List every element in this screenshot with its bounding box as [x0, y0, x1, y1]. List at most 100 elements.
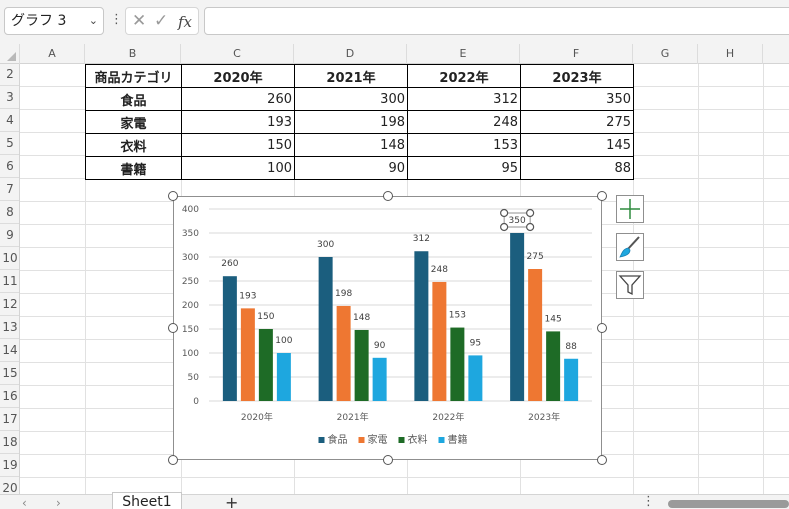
y-tick-label[interactable]: 350	[182, 229, 199, 239]
row-header[interactable]: 17	[0, 408, 19, 431]
y-tick-label[interactable]: 200	[182, 301, 199, 311]
value-cell[interactable]: 100	[181, 156, 295, 180]
x-tick-label[interactable]: 2022年	[432, 411, 464, 423]
row-header[interactable]: 2	[0, 64, 19, 86]
chart-styles-button[interactable]	[616, 233, 644, 261]
bar[interactable]	[336, 305, 351, 401]
row-header[interactable]: 6	[0, 155, 19, 178]
y-tick-label[interactable]: 150	[182, 325, 199, 335]
sheet-tab-sheet1[interactable]: Sheet1	[112, 492, 182, 509]
row-header[interactable]: 8	[0, 201, 19, 224]
category-cell[interactable]: 食品	[85, 87, 182, 111]
bar[interactable]	[276, 353, 291, 401]
bar[interactable]	[258, 329, 273, 401]
table-header-cell[interactable]: 商品カテゴリ	[85, 64, 182, 88]
table-header-cell[interactable]: 2022年	[407, 64, 521, 88]
y-tick-label[interactable]: 250	[182, 277, 199, 287]
more-icon[interactable]: ⋮	[642, 494, 655, 509]
add-sheet-button[interactable]: +	[225, 493, 238, 509]
y-tick-label[interactable]: 0	[193, 397, 199, 407]
value-cell[interactable]: 148	[294, 133, 408, 157]
column-header-b[interactable]: B	[85, 44, 181, 64]
data-label[interactable]: 95	[470, 338, 481, 348]
value-cell[interactable]: 260	[181, 87, 295, 111]
label-handle[interactable]	[500, 208, 509, 218]
label-handle[interactable]	[526, 208, 535, 218]
chart-filters-button[interactable]	[616, 271, 644, 299]
row-header[interactable]: 11	[0, 270, 19, 293]
label-handle[interactable]	[526, 222, 535, 232]
y-tick-label[interactable]: 100	[182, 349, 199, 359]
horizontal-scrollbar[interactable]	[668, 500, 789, 508]
y-tick-label[interactable]: 50	[188, 373, 200, 383]
bar-chart[interactable]: 0 50 100 150 200 250 300 350 400 260 193 150 100 2020…	[174, 197, 603, 461]
data-label[interactable]: 260	[221, 259, 238, 269]
check-icon[interactable]: ✓	[154, 11, 168, 31]
resize-handle-se[interactable]	[597, 455, 607, 465]
value-cell[interactable]: 150	[181, 133, 295, 157]
row-header[interactable]: 18	[0, 431, 19, 454]
name-box[interactable]: グラフ 3 ⌄	[4, 7, 104, 35]
data-label[interactable]: 88	[565, 342, 577, 352]
row-header[interactable]: 7	[0, 178, 19, 201]
chart-object[interactable]: 0 50 100 150 200 250 300 350 400 260 193 150 100 2020…	[173, 196, 602, 460]
row-header[interactable]: 10	[0, 247, 19, 270]
legend-swatch[interactable]	[318, 437, 325, 443]
row-header[interactable]: 16	[0, 385, 19, 408]
resize-handle-sw[interactable]	[168, 455, 178, 465]
table-header-cell[interactable]: 2020年	[181, 64, 295, 88]
bar[interactable]	[450, 327, 465, 401]
bar[interactable]	[318, 257, 333, 401]
bar[interactable]	[468, 355, 483, 401]
value-cell[interactable]: 312	[407, 87, 521, 111]
value-cell[interactable]: 198	[294, 110, 408, 134]
value-cell[interactable]: 248	[407, 110, 521, 134]
data-label[interactable]: 90	[374, 341, 386, 351]
value-cell[interactable]: 90	[294, 156, 408, 180]
bar[interactable]	[546, 331, 561, 401]
data-label[interactable]: 150	[257, 312, 274, 322]
fx-icon[interactable]: fx	[178, 13, 192, 31]
table-header-cell[interactable]: 2021年	[294, 64, 408, 88]
legend-swatch[interactable]	[398, 437, 405, 443]
data-label[interactable]: 312	[413, 234, 430, 244]
bar[interactable]	[222, 276, 237, 401]
row-header[interactable]: 3	[0, 86, 19, 109]
bar[interactable]	[414, 251, 429, 401]
row-header[interactable]: 5	[0, 132, 19, 155]
bar[interactable]	[528, 269, 543, 401]
resize-handle-ne[interactable]	[597, 191, 607, 201]
column-header-f[interactable]: F	[520, 44, 633, 64]
row-header[interactable]: 15	[0, 362, 19, 385]
value-cell[interactable]: 300	[294, 87, 408, 111]
bar[interactable]	[510, 233, 525, 401]
resize-handle-w[interactable]	[168, 323, 178, 333]
chart-elements-button[interactable]	[616, 195, 644, 223]
value-cell[interactable]: 145	[520, 133, 634, 157]
legend-entry[interactable]: 衣料	[408, 433, 428, 446]
data-label[interactable]: 198	[335, 289, 352, 299]
data-label[interactable]: 100	[275, 336, 292, 346]
bar[interactable]	[372, 357, 387, 401]
x-tick-label[interactable]: 2020年	[241, 411, 273, 423]
label-handle[interactable]	[500, 222, 509, 232]
data-label[interactable]: 193	[239, 291, 256, 301]
row-header[interactable]: 19	[0, 454, 19, 477]
data-label[interactable]: 153	[449, 311, 466, 321]
row-header[interactable]: 14	[0, 339, 19, 362]
bar[interactable]	[240, 308, 255, 401]
value-cell[interactable]: 350	[520, 87, 634, 111]
legend-entry[interactable]: 書籍	[448, 433, 468, 446]
value-cell[interactable]: 275	[520, 110, 634, 134]
y-tick-label[interactable]: 400	[182, 205, 199, 215]
bar[interactable]	[564, 358, 579, 401]
table-header-cell[interactable]: 2023年	[520, 64, 634, 88]
column-header-a[interactable]: A	[20, 44, 85, 64]
formula-input[interactable]	[204, 7, 789, 35]
value-cell[interactable]: 88	[520, 156, 634, 180]
select-all-corner[interactable]	[0, 44, 20, 64]
data-label[interactable]: 148	[353, 313, 370, 323]
legend-swatch[interactable]	[358, 437, 365, 443]
resize-handle-n[interactable]	[383, 191, 393, 201]
legend-entry[interactable]: 食品	[328, 433, 348, 446]
